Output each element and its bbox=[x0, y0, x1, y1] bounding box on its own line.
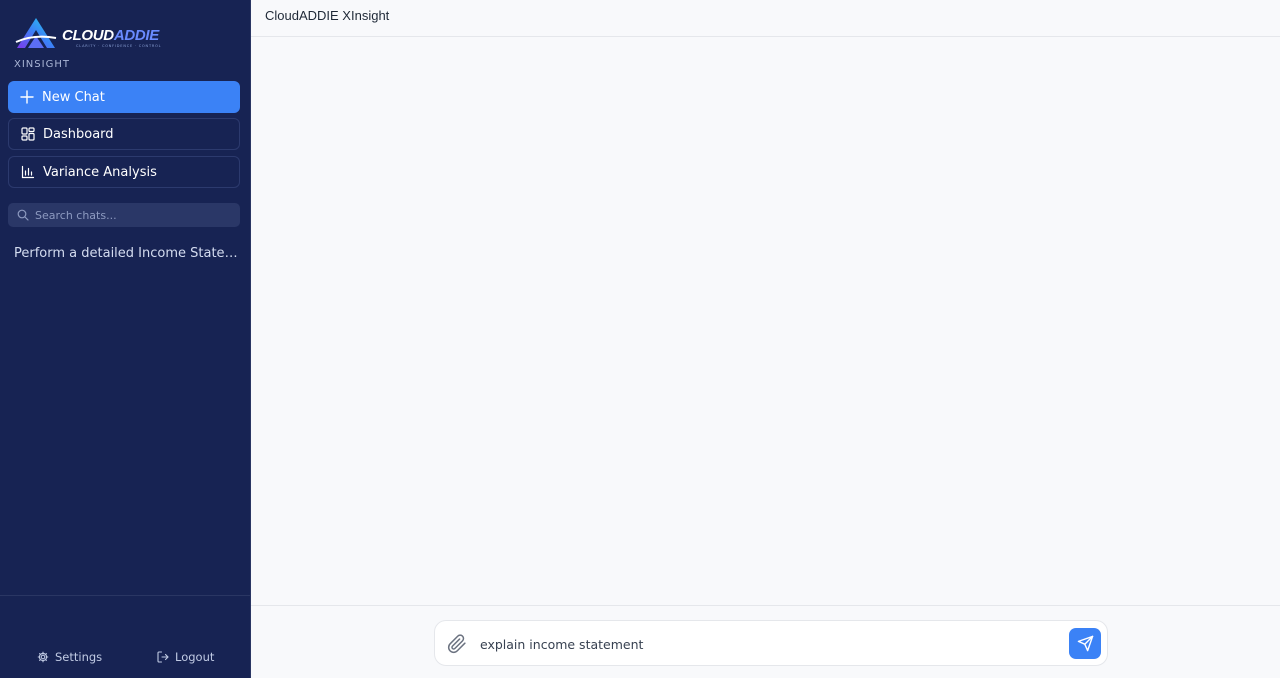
new-chat-label: New Chat bbox=[42, 89, 105, 105]
logout-icon bbox=[157, 651, 169, 663]
send-button[interactable] bbox=[1069, 628, 1101, 659]
variance-analysis-label: Variance Analysis bbox=[43, 164, 157, 180]
logout-button[interactable]: Logout bbox=[157, 650, 214, 664]
logout-label: Logout bbox=[175, 650, 215, 664]
message-composer bbox=[434, 620, 1108, 666]
app-subtitle: XINSIGHT bbox=[14, 59, 70, 70]
page-title: CloudADDIE XInsight bbox=[265, 8, 390, 23]
logo-tagline: CLARITY · CONFIDENCE · CONTROL bbox=[76, 44, 162, 48]
new-chat-button[interactable]: New Chat bbox=[8, 81, 240, 113]
variance-analysis-button[interactable]: Variance Analysis bbox=[8, 156, 240, 188]
settings-label: Settings bbox=[55, 650, 103, 664]
message-input[interactable] bbox=[480, 633, 1050, 655]
search-icon bbox=[17, 209, 29, 221]
dashboard-button[interactable]: Dashboard bbox=[8, 118, 240, 150]
logo-wordmark: CLOUDADDIE bbox=[62, 27, 159, 44]
attach-button[interactable] bbox=[447, 634, 467, 654]
chat-history-item[interactable]: Perform a detailed Income Statement anal… bbox=[14, 246, 238, 261]
dashboard-label: Dashboard bbox=[43, 126, 114, 142]
sidebar: CLOUDADDIE CLARITY · CONFIDENCE · CONTRO… bbox=[0, 0, 251, 678]
mountain-logo-icon bbox=[15, 18, 57, 48]
dashboard-grid-icon bbox=[21, 127, 35, 141]
settings-button[interactable]: Settings bbox=[37, 650, 102, 664]
top-header: CloudADDIE XInsight bbox=[251, 0, 1280, 37]
plus-icon bbox=[20, 90, 34, 104]
paperclip-icon bbox=[447, 634, 466, 654]
chat-area bbox=[251, 37, 1280, 605]
gear-icon bbox=[37, 651, 49, 663]
search-input[interactable] bbox=[35, 208, 225, 222]
bar-chart-icon bbox=[21, 165, 35, 179]
sidebar-footer: Settings Logout bbox=[0, 595, 251, 678]
send-icon bbox=[1077, 635, 1093, 652]
brand-logo: CLOUDADDIE CLARITY · CONFIDENCE · CONTRO… bbox=[14, 14, 164, 54]
search-chats[interactable] bbox=[8, 203, 240, 227]
